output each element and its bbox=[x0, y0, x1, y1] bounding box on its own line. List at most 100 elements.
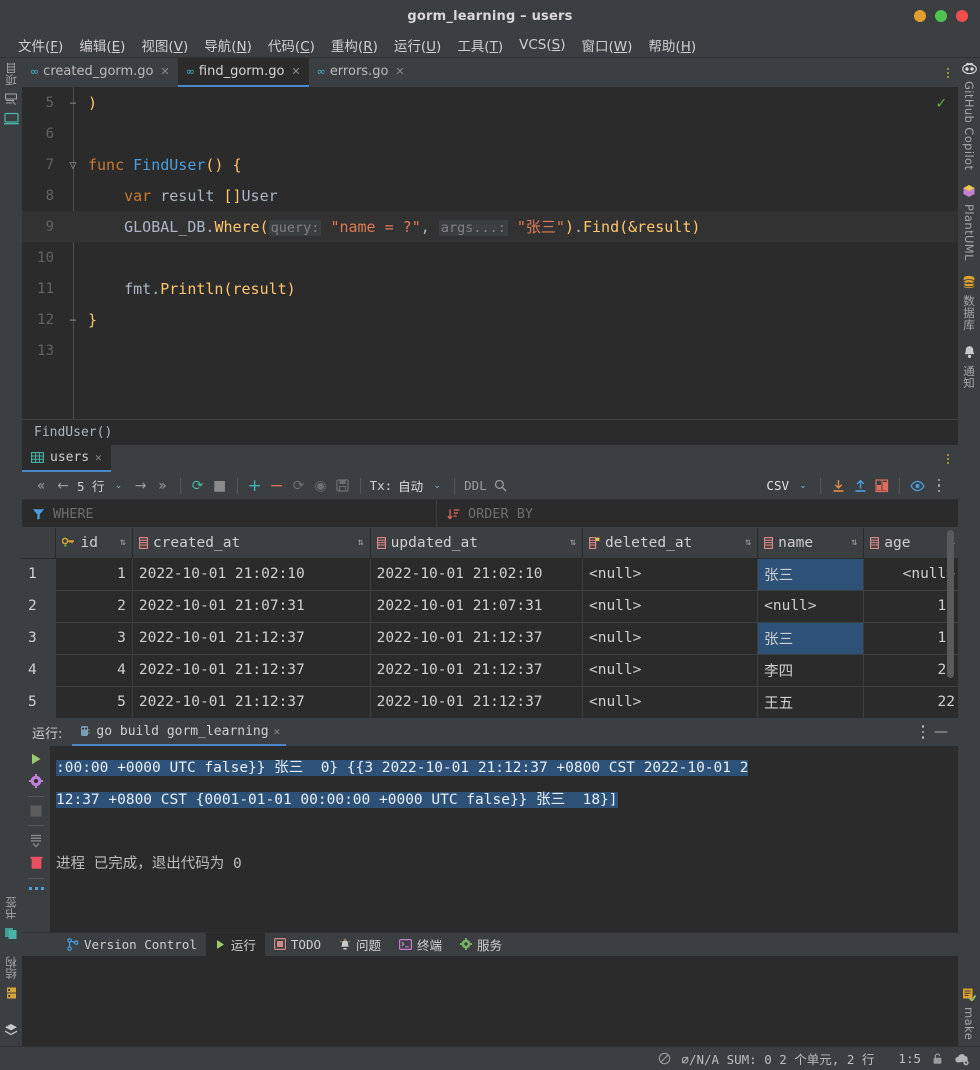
code-line[interactable]: 7 ▽ func FindUser() { bbox=[22, 149, 958, 180]
fold-marker-icon[interactable]: ▽ bbox=[62, 158, 84, 172]
tool-button-bookmarks[interactable]: 书签 bbox=[3, 896, 19, 920]
menu-item-8[interactable]: 工具(T) bbox=[449, 33, 511, 57]
notifications-bell-icon[interactable] bbox=[963, 345, 976, 359]
code-line[interactable]: 8 var result []User bbox=[22, 180, 958, 211]
code-line[interactable]: 11 fmt.Println(result) bbox=[22, 273, 958, 304]
transpose-icon[interactable] bbox=[871, 475, 893, 497]
table-row[interactable]: 3 3 2022-10-01 21:12:37 2022-10-01 21:12:37… bbox=[22, 622, 958, 655]
table-cell[interactable]: 18 bbox=[863, 622, 958, 655]
code-line[interactable]: 10 bbox=[22, 242, 958, 273]
menu-item-5[interactable]: 代码(C) bbox=[260, 33, 323, 57]
table-row[interactable]: 5 5 2022-10-01 21:12:37 2022-10-01 21:12:37… bbox=[22, 686, 958, 719]
column-header-name[interactable]: name ⇅ bbox=[757, 528, 865, 559]
tool-button-make[interactable]: make bbox=[962, 1007, 976, 1040]
close-icon[interactable]: ✕ bbox=[274, 725, 281, 738]
menu-item-11[interactable]: 帮助(H) bbox=[640, 33, 704, 57]
bottom-tab-6[interactable]: 服务 bbox=[451, 933, 511, 956]
close-icon[interactable]: ✕ bbox=[395, 65, 404, 78]
ddl-button[interactable]: DDL bbox=[461, 478, 490, 493]
column-header-deleted_at[interactable]: deleted_at ⇅ bbox=[582, 528, 759, 559]
row-count-label[interactable]: 5 行 bbox=[74, 476, 108, 495]
editor-tab-2[interactable]: ∞ find_gorm.go ✕ bbox=[177, 58, 309, 87]
row-count-dropdown-icon[interactable]: ⌄ bbox=[108, 475, 130, 497]
stop-icon[interactable] bbox=[30, 805, 42, 817]
tool-button-structure[interactable]: 结构 bbox=[3, 956, 19, 980]
close-icon[interactable]: ✕ bbox=[95, 451, 102, 464]
table-cell[interactable]: 2022-10-01 21:12:37 bbox=[370, 686, 583, 719]
table-cell[interactable]: 2022-10-01 21:02:10 bbox=[132, 558, 371, 591]
row-number-cell[interactable]: 4 bbox=[22, 654, 57, 687]
refresh-icon[interactable]: ⟳ bbox=[187, 475, 209, 497]
table-cell[interactable]: 2 bbox=[55, 590, 133, 623]
editor-tabs-options-button[interactable] bbox=[938, 58, 958, 87]
table-cell[interactable]: <null> bbox=[582, 590, 759, 623]
menu-item-3[interactable]: 视图(V) bbox=[133, 33, 196, 57]
export-format-value[interactable]: CSV bbox=[763, 478, 792, 493]
table-cell[interactable]: 2022-10-01 21:12:37 bbox=[132, 654, 371, 687]
more-options-button[interactable] bbox=[928, 475, 950, 497]
row-number-cell[interactable]: 5 bbox=[22, 686, 57, 719]
code-line[interactable]: 13 bbox=[22, 335, 958, 366]
table-cell[interactable]: 1 bbox=[55, 558, 133, 591]
lock-icon[interactable] bbox=[931, 1052, 944, 1065]
settings-icon[interactable] bbox=[29, 773, 43, 788]
add-row-icon[interactable]: + bbox=[244, 475, 266, 497]
bottom-tab-4[interactable]: 问题 bbox=[330, 933, 390, 956]
delete-row-icon[interactable]: − bbox=[266, 475, 288, 497]
where-filter-input[interactable]: WHERE bbox=[22, 500, 437, 527]
stop-icon[interactable]: ■ bbox=[209, 475, 231, 497]
make-icon[interactable] bbox=[962, 987, 976, 1001]
menu-item-10[interactable]: 窗口(W) bbox=[573, 33, 640, 57]
column-header-age[interactable]: age⇅ bbox=[863, 528, 958, 559]
sort-indicator-icon[interactable]: ⇅ bbox=[745, 537, 751, 548]
menu-item-6[interactable]: 重构(R) bbox=[323, 33, 386, 57]
menu-item-4[interactable]: 导航(N) bbox=[196, 33, 260, 57]
github-copilot-icon[interactable] bbox=[961, 62, 977, 75]
menu-item-9[interactable]: VCS(S) bbox=[511, 35, 573, 55]
table-cell[interactable]: <null> bbox=[863, 558, 958, 591]
db-tab-users[interactable]: users ✕ bbox=[22, 445, 111, 472]
menu-item-1[interactable]: 文件(F) bbox=[10, 33, 71, 57]
table-cell[interactable]: 2022-10-01 21:07:31 bbox=[132, 590, 371, 623]
order-by-input[interactable]: ORDER BY bbox=[437, 500, 958, 527]
bookmarks-icon[interactable] bbox=[4, 926, 18, 940]
table-cell[interactable]: <null> bbox=[582, 622, 759, 655]
table-row[interactable]: 4 4 2022-10-01 21:12:37 2022-10-01 21:12:37… bbox=[22, 654, 958, 687]
fold-marker-icon[interactable]: − bbox=[62, 313, 84, 327]
view-options-icon[interactable] bbox=[906, 475, 928, 497]
column-header-updated_at[interactable]: updated_at ⇅ bbox=[370, 528, 583, 559]
table-cell[interactable]: <null> bbox=[757, 590, 865, 623]
table-cell[interactable]: 2022-10-01 21:12:37 bbox=[132, 622, 371, 655]
table-cell[interactable]: 2022-10-01 21:12:37 bbox=[370, 622, 583, 655]
close-icon[interactable]: ✕ bbox=[161, 65, 170, 78]
first-page-button[interactable]: « bbox=[30, 475, 52, 497]
tool-button-github-copilot[interactable]: GitHub Copilot bbox=[962, 81, 976, 170]
table-cell[interactable]: 张三 bbox=[757, 558, 865, 591]
data-grid[interactable]: id ⇅ created_at ⇅ updated_at ⇅ deleted_at ⇅ name… bbox=[22, 528, 958, 719]
column-header-created_at[interactable]: created_at ⇅ bbox=[132, 528, 371, 559]
last-page-button[interactable]: » bbox=[152, 475, 174, 497]
scroll-to-end-icon[interactable] bbox=[29, 834, 43, 848]
editor-tab-1[interactable]: ∞ created_gorm.go ✕ bbox=[22, 58, 178, 87]
download-icon[interactable] bbox=[827, 475, 849, 497]
table-cell[interactable]: 20 bbox=[863, 654, 958, 687]
plantuml-icon[interactable] bbox=[962, 184, 976, 198]
upload-icon[interactable] bbox=[849, 475, 871, 497]
tx-value[interactable]: 自动 bbox=[395, 476, 426, 495]
menu-item-7[interactable]: 运行(U) bbox=[386, 33, 449, 57]
revert-icon[interactable]: ⟳ bbox=[288, 475, 310, 497]
column-header-id[interactable]: id ⇅ bbox=[55, 528, 133, 559]
rerun-icon[interactable] bbox=[29, 752, 43, 766]
table-cell[interactable]: 李四 bbox=[757, 654, 865, 687]
tool-button-plantuml[interactable]: PlantUML bbox=[962, 204, 976, 261]
table-cell[interactable]: 2022-10-01 21:02:10 bbox=[370, 558, 583, 591]
hide-tool-window-button[interactable]: — bbox=[934, 725, 948, 739]
clear-all-icon[interactable] bbox=[30, 856, 43, 870]
database-icon[interactable] bbox=[962, 275, 976, 289]
table-cell[interactable]: 王五 bbox=[757, 686, 865, 719]
tool-button-database[interactable]: 数据库 bbox=[961, 295, 977, 331]
run-configuration-tab[interactable]: go build gorm_learning ✕ bbox=[72, 719, 287, 746]
tool-button-project[interactable]: 项目 bbox=[3, 62, 19, 86]
table-row[interactable]: 1 1 2022-10-01 21:02:10 2022-10-01 21:02:10… bbox=[22, 558, 958, 591]
table-cell[interactable]: 18 bbox=[863, 590, 958, 623]
